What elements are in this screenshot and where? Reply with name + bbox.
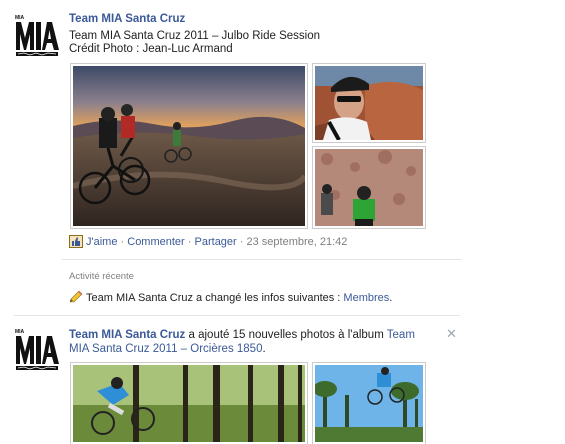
story-author[interactable]: Team MIA Santa Cruz xyxy=(69,13,185,25)
story-author[interactable]: Team MIA Santa Cruz xyxy=(69,329,185,341)
story-text: a ajouté 15 nouvelles photos à l'album xyxy=(185,329,387,341)
sky-jump-image xyxy=(315,365,423,442)
close-icon[interactable]: ✕ xyxy=(446,326,457,342)
recent-activity-item: Team MIA Santa Cruz a changé les infos s… xyxy=(69,290,392,306)
rocky-trail-image xyxy=(315,149,423,226)
forest-jump-image xyxy=(73,365,305,442)
story-actions: J'aime · Commenter · Partager · 23 septe… xyxy=(69,235,347,251)
comment-link[interactable]: Commenter xyxy=(127,236,184,248)
separator-dot: · xyxy=(120,236,125,248)
story-separator xyxy=(62,259,462,260)
story-separator-2 xyxy=(14,315,460,316)
story-message-line-2: Crédit Photo : Jean-Luc Armand xyxy=(69,43,233,55)
photo-main-sunset-riders[interactable] xyxy=(70,63,308,229)
separator-dot: · xyxy=(187,236,192,248)
separator-dot: · xyxy=(239,236,244,248)
profile-picture[interactable]: MIA xyxy=(14,12,60,58)
story-headline: Team MIA Santa Cruz a ajouté 15 nouvelle… xyxy=(69,328,429,356)
team-logo-icon: MIA xyxy=(14,326,60,372)
recent-activity-heading: Activité récente xyxy=(69,271,134,282)
share-link[interactable]: Partager xyxy=(195,236,237,248)
photo-rider-portrait[interactable] xyxy=(312,63,426,143)
post-timestamp[interactable]: 23 septembre, 21:42 xyxy=(247,236,348,248)
profile-picture[interactable]: MIA xyxy=(14,326,60,372)
story-message-line-1: Team MIA Santa Cruz 2011 – Julbo Ride Se… xyxy=(69,30,321,42)
pencil-icon xyxy=(69,290,83,306)
period: . xyxy=(262,343,266,355)
photo-sky-jump[interactable] xyxy=(312,362,426,444)
svg-text:MIA: MIA xyxy=(15,329,25,335)
period: . xyxy=(389,292,393,304)
like-link[interactable]: J'aime xyxy=(86,236,117,248)
svg-text:MIA: MIA xyxy=(15,15,25,21)
rider-portrait-image xyxy=(315,66,423,140)
sunset-ride-image xyxy=(73,66,305,226)
members-link[interactable]: Membres xyxy=(343,292,389,304)
recent-activity-text: Team MIA Santa Cruz a changé les infos s… xyxy=(86,292,344,304)
photo-riders-rocky-trail[interactable] xyxy=(312,146,426,229)
team-logo-icon: MIA xyxy=(14,12,60,58)
like-thumb-icon xyxy=(69,235,83,251)
photo-forest-jump[interactable] xyxy=(70,362,308,444)
